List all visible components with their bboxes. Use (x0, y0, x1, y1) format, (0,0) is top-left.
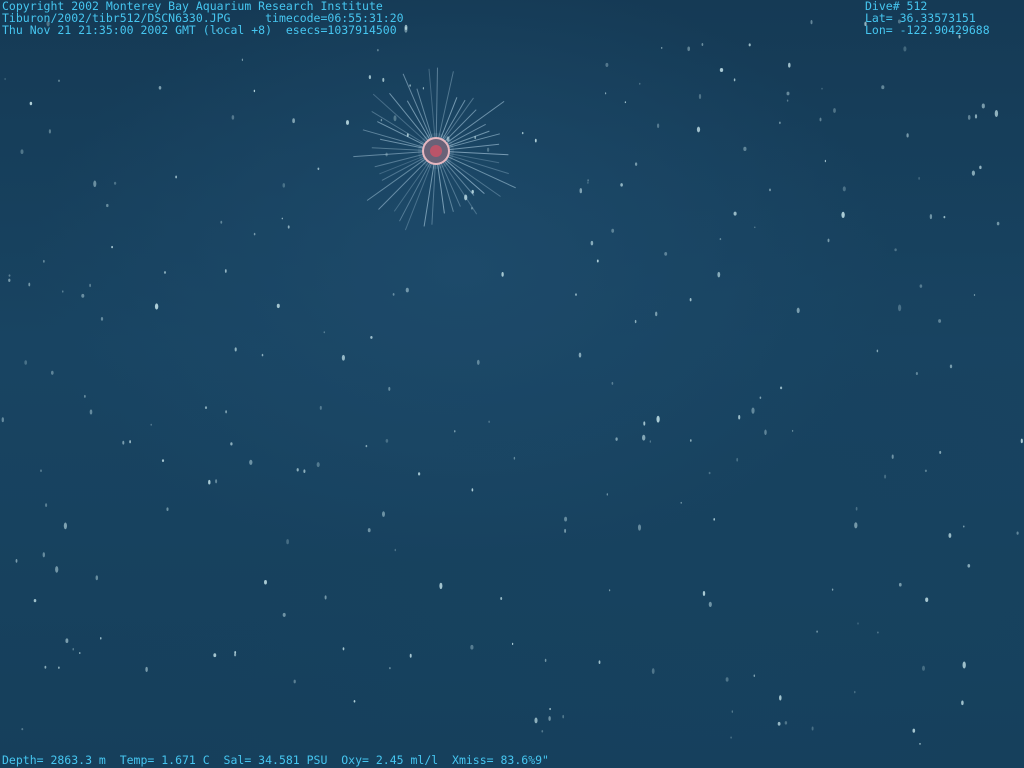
header-right-text: Dive# 512 Lat= 36.33573151 Lon= -122.904… (865, 0, 990, 36)
tentacle (377, 121, 426, 146)
tentacle (378, 159, 429, 210)
longitude: Lon= -122.90429688 (865, 23, 990, 37)
tentacle (428, 68, 436, 140)
underwater-photo: Copyright 2002 Monterey Bay Aquarium Res… (0, 0, 1024, 768)
sensor-readout: Depth= 2863.3 m Temp= 1.671 C Sal= 34.58… (2, 753, 549, 767)
tentacle (366, 157, 427, 201)
tentacle (379, 155, 426, 175)
tentacle (353, 151, 425, 158)
tentacle (441, 160, 478, 215)
jellyfish-gut (430, 145, 442, 157)
header-left-text: Copyright 2002 Monterey Bay Aquarium Res… (2, 0, 404, 36)
jellyfish (353, 67, 516, 231)
date-esecs-line: Thu Nov 21 21:35:00 2002 GMT (local +8) … (2, 23, 397, 37)
tentacle (447, 151, 509, 156)
tentacle (404, 162, 433, 231)
tentacle (447, 152, 500, 164)
tentacle (435, 67, 438, 140)
tentacle (371, 147, 425, 151)
tentacle (402, 73, 432, 141)
tentacle (445, 100, 505, 145)
